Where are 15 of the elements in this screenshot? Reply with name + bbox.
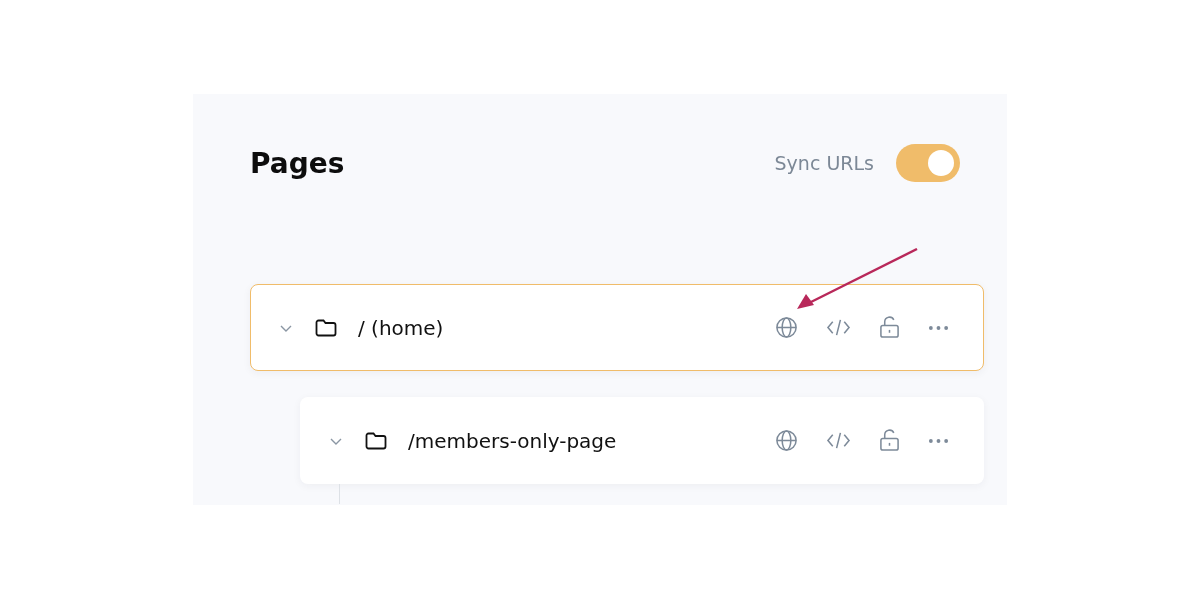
page-path: /members-only-page (408, 428, 617, 453)
more-icon[interactable] (928, 324, 949, 331)
page-row[interactable]: / (home) (250, 284, 984, 371)
unlocked-padlock-icon[interactable] (879, 316, 900, 339)
globe-icon[interactable] (775, 429, 798, 452)
sync-label: Sync URLs (774, 152, 874, 174)
more-icon[interactable] (928, 437, 949, 444)
folder-icon (365, 431, 387, 450)
globe-icon[interactable] (775, 316, 798, 339)
page-path: / (home) (358, 315, 444, 340)
panel-title: Pages (250, 146, 345, 180)
page-row[interactable]: /members-only-page (300, 397, 984, 484)
unlocked-padlock-icon[interactable] (879, 429, 900, 452)
sync-toggle[interactable] (896, 144, 960, 182)
folder-icon (315, 318, 337, 337)
